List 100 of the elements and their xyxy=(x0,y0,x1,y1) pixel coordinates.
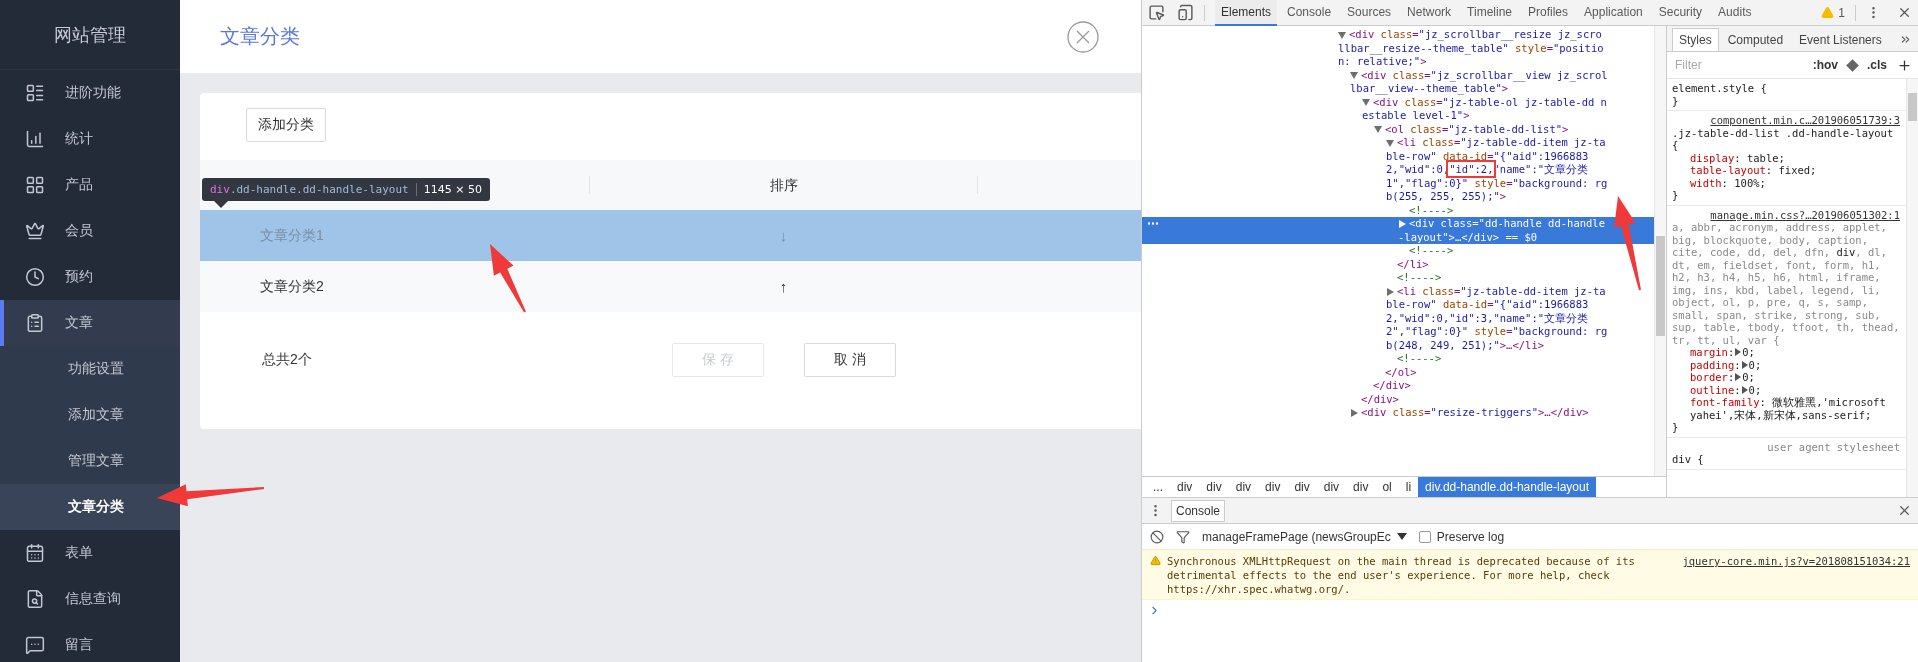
breadcrumb[interactable]: ... xyxy=(1146,477,1170,497)
sidebar-item[interactable]: 表单 xyxy=(0,530,180,576)
warning-count[interactable]: 1 xyxy=(1838,5,1845,20)
submenu-item[interactable]: 添加文章 xyxy=(0,392,180,438)
devtools-tab[interactable]: Network xyxy=(1401,0,1458,26)
stylesheet-link[interactable]: component.min.c…201906051739:3 xyxy=(1710,114,1900,127)
inspect-icon[interactable] xyxy=(1148,4,1165,21)
breadcrumb[interactable]: div xyxy=(1346,477,1376,497)
sidebar-item[interactable]: 会员 xyxy=(0,208,180,254)
breadcrumb[interactable]: div xyxy=(1199,477,1229,497)
total-count: 总共2个 xyxy=(261,351,313,369)
dom-node[interactable]: <div class="dd-handle dd-handle-layout">…</div> == $0 xyxy=(1142,217,1654,244)
clipboard-list-icon xyxy=(25,313,45,333)
breadcrumb[interactable]: ol xyxy=(1375,477,1399,497)
css-selector: a, abbr, acronym, address, applet, big, blockquote, body, caption, cite, code, dd, del, dfn, div, dl, dt, em, fieldset, font, form, h1, h2, h3, h4, h5, h6, html, iframe, img, ins, kbd, label, legend, li, object, ol, p, pre, q, s, samp, small, span, strike, strong, sub, sup, table, tbody, tfoot, th, thead, tr, tt, ul, var { xyxy=(1672,221,1900,346)
close-icon[interactable] xyxy=(1067,20,1099,53)
tooltip-tag: div xyxy=(210,183,230,196)
table-cell-text: 文章分类2 xyxy=(259,277,324,296)
sidebar-item[interactable]: 预约 xyxy=(0,254,180,300)
breadcrumb[interactable]: li xyxy=(1398,477,1419,497)
devtools-tab[interactable]: Timeline xyxy=(1461,0,1518,26)
breadcrumb[interactable]: div xyxy=(1316,477,1347,497)
add-rule-icon[interactable] xyxy=(1897,57,1912,73)
close-icon[interactable] xyxy=(1897,5,1912,20)
submenu-item[interactable]: 功能设置 xyxy=(0,346,180,392)
bar-chart-icon xyxy=(25,129,45,149)
sidebar-item[interactable]: 统计 xyxy=(0,116,180,162)
clock-icon xyxy=(25,267,45,287)
sidebar-item[interactable]: 文章 xyxy=(0,300,180,346)
devtools-tab[interactable]: Profiles xyxy=(1522,0,1575,26)
more-dots-icon xyxy=(1147,222,1159,225)
dom-node[interactable]: <li class="jz-table-dd-item jz-table-row" data-id="{"aid":19668832,"wid":0,"id":2,"name":"文章分类1","flag":0}" style="background: rgb(255, 255, 255);"> xyxy=(1142,136,1654,204)
clear-icon[interactable] xyxy=(1150,529,1164,544)
context-select[interactable]: manageFramePage (newsGroupEc xyxy=(1202,529,1407,544)
devtools-tab[interactable]: Elements xyxy=(1215,0,1278,26)
dom-node[interactable]: <div class="jz_scrollbar__view jz_scrollbar__view--theme_table"> xyxy=(1142,68,1654,96)
dom-node[interactable]: <!----> xyxy=(1142,203,1654,217)
css-property: margin: 0; xyxy=(1689,346,1756,359)
breadcrumb[interactable]: div xyxy=(1228,477,1259,497)
dom-node[interactable]: <!----> xyxy=(1142,271,1654,285)
table-row[interactable]: 文章分类2 ↑ xyxy=(200,261,1141,312)
styles-tab[interactable]: Styles xyxy=(1672,28,1719,51)
device-icon[interactable] xyxy=(1177,4,1194,21)
dom-node[interactable]: <ol class="jz-table-dd-list"> xyxy=(1142,122,1654,136)
stylesheet-label: user agent stylesheet xyxy=(1767,440,1900,453)
dom-node[interactable]: <div class="jz-table-ol jz-table-dd nestable level-1"> xyxy=(1142,95,1654,123)
class-toggle[interactable]: .cls xyxy=(1867,58,1887,72)
submenu-item[interactable]: 文章分类 xyxy=(0,484,180,530)
css-property: outline: 0; xyxy=(1689,383,1763,396)
stylesheet-link[interactable]: manage.min.css?…201906051302:1 xyxy=(1710,208,1900,221)
grid-icon xyxy=(25,175,45,195)
rule-brace: } xyxy=(1672,421,1680,434)
sidebar-item[interactable]: 留言 xyxy=(0,622,180,662)
breadcrumb[interactable]: div xyxy=(1170,477,1200,497)
styles-tab[interactable]: Computed xyxy=(1720,28,1791,51)
css-property: padding: 0; xyxy=(1689,358,1763,371)
dom-node[interactable]: <!----> xyxy=(1142,244,1654,258)
dom-node[interactable]: </div> xyxy=(1142,392,1654,406)
filter-icon[interactable] xyxy=(1176,529,1190,544)
breadcrumb[interactable]: div xyxy=(1287,477,1317,497)
devtools-tab[interactable]: Audits xyxy=(1712,0,1758,26)
scrollbar[interactable] xyxy=(1906,79,1918,497)
tooltip-classes: .dd-handle.dd-handle-layout xyxy=(229,183,409,196)
dom-node[interactable]: <div class="jz_scrollbar__resize jz_scrollbar__resize--theme_table" style="position: relative;"> xyxy=(1142,28,1654,69)
source-link[interactable]: jquery-core.min.js?v=201808151034:21 xyxy=(1682,554,1910,568)
sort-arrow[interactable]: ↑ xyxy=(779,278,788,295)
preserve-log-checkbox[interactable]: Preserve log xyxy=(1418,529,1505,544)
dom-node[interactable]: </div> xyxy=(1142,379,1654,393)
sidebar-item[interactable]: 信息查询 xyxy=(0,576,180,622)
crown-icon xyxy=(25,221,45,241)
breadcrumb[interactable]: div.dd-handle.dd-handle-layout xyxy=(1418,477,1596,497)
dom-node[interactable]: <!----> xyxy=(1142,352,1654,366)
annotation-arrow xyxy=(490,244,526,313)
hover-toggle[interactable]: :hov xyxy=(1812,58,1838,72)
dom-node[interactable]: <div class="resize-triggers">…</div> xyxy=(1142,406,1654,420)
breadcrumb[interactable]: div xyxy=(1258,477,1288,497)
css-property: display: table; xyxy=(1689,151,1786,164)
cancel-button[interactable]: 取 消 xyxy=(804,343,896,377)
scrollbar[interactable] xyxy=(1654,26,1666,476)
submenu-item[interactable]: 管理文章 xyxy=(0,438,180,484)
sidebar-item[interactable]: 产品 xyxy=(0,162,180,208)
css-property: table-layout: fixed; xyxy=(1689,164,1818,177)
tooltip-size: 1145 × 50 xyxy=(415,183,482,196)
devtools-tab[interactable]: Sources xyxy=(1341,0,1398,26)
sidebar-item[interactable]: 进阶功能 xyxy=(0,70,180,116)
dom-node[interactable]: </li> xyxy=(1142,257,1654,271)
styles-tab[interactable]: Event Listeners xyxy=(1792,28,1889,51)
drawer-tab[interactable]: Console xyxy=(1171,499,1226,522)
close-icon[interactable] xyxy=(1897,503,1912,518)
dom-node[interactable]: <li class="jz-table-dd-item jz-table-row" data-id="{"aid":19668832,"wid":0,"id":3,"name":"文章分类2","flag":0}" style="background: rgb(248, 249, 251);">…</li> xyxy=(1142,284,1654,352)
column-header: 排序 xyxy=(589,176,978,194)
rule-brace: } xyxy=(1672,189,1680,202)
rule-brace: } xyxy=(1672,94,1680,107)
devtools-tab[interactable]: Application xyxy=(1578,0,1649,26)
devtools-tab[interactable]: Console xyxy=(1281,0,1338,26)
css-property: width: 100%; xyxy=(1689,176,1767,189)
add-category-button[interactable]: 添加分类 xyxy=(246,108,326,142)
css-selector: element.style { xyxy=(1672,82,1768,95)
dom-node[interactable]: </ol> xyxy=(1142,365,1654,379)
devtools-tab[interactable]: Security xyxy=(1652,0,1709,26)
